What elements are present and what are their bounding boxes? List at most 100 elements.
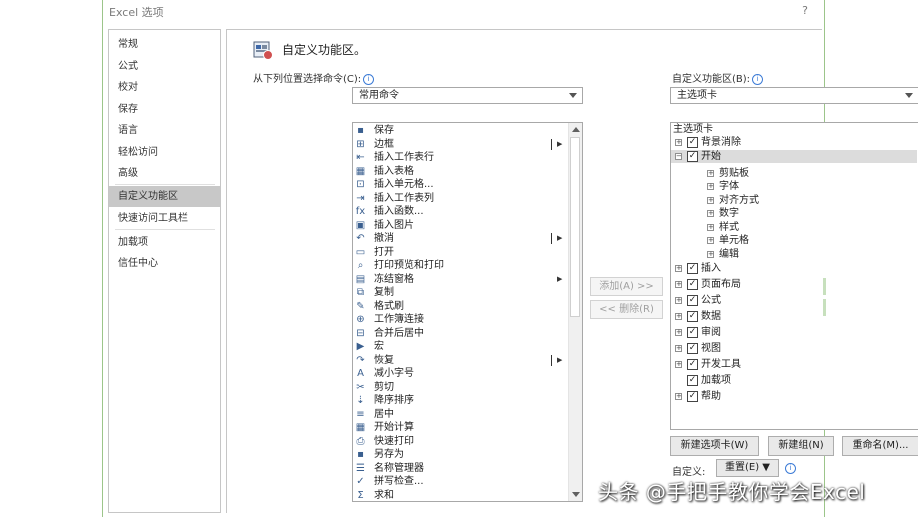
category-item[interactable]: 校对 <box>109 77 220 98</box>
choose-commands-combo[interactable]: 常用命令 <box>352 87 583 104</box>
command-item[interactable]: ✎ 格式刷 <box>353 300 563 314</box>
remove-button[interactable]: << 删除(R) <box>590 300 663 319</box>
tab-checkbox[interactable]: ✓ <box>687 151 698 162</box>
expand-icon[interactable]: + <box>707 224 714 231</box>
expand-icon[interactable]: + <box>675 393 682 400</box>
ribbon-tree-node[interactable]: + ✓ 数据 <box>671 310 917 323</box>
ribbon-tree[interactable]: 主选项卡 + ✓ 背景消除 − ✓ 开始 + 剪贴板 + 字体 + 对齐方式 + 数字 + 样式 + 单元格 + 编辑 +… <box>670 122 918 430</box>
tab-checkbox[interactable]: ✓ <box>687 327 698 338</box>
command-item[interactable]: ✂ 剪切 <box>353 381 563 395</box>
command-item[interactable]: ↷ 恢复 ▶ <box>353 354 563 368</box>
ribbon-tree-node[interactable]: 主选项卡 <box>671 123 917 136</box>
command-item[interactable]: ⧉ 复制 <box>353 286 563 300</box>
ribbon-tree-node[interactable]: + ✓ 帮助 <box>671 390 917 403</box>
ribbon-tabs-combo[interactable]: 主选项卡 <box>670 87 918 104</box>
command-item[interactable]: ≡ 居中 <box>353 408 563 422</box>
expand-icon[interactable]: + <box>675 345 682 352</box>
command-item[interactable]: ▣ 插入图片 <box>353 219 563 233</box>
expand-icon[interactable]: + <box>675 297 682 304</box>
scroll-thumb[interactable] <box>570 137 580 317</box>
expand-icon[interactable]: + <box>675 313 682 320</box>
add-button[interactable]: 添加(A) >> <box>590 277 663 296</box>
new-group-button[interactable]: 新建组(N) <box>768 436 834 456</box>
ribbon-tree-node[interactable]: + 字体 <box>671 180 917 193</box>
category-item[interactable]: 信任中心 <box>109 253 220 274</box>
tab-checkbox[interactable]: ✓ <box>687 359 698 370</box>
command-item[interactable]: Σ 求和 <box>353 489 563 502</box>
tab-checkbox[interactable]: ✓ <box>687 279 698 290</box>
category-item[interactable]: 自定义功能区 <box>109 186 220 207</box>
ribbon-tree-node[interactable]: + ✓ 开发工具 <box>671 358 917 371</box>
command-item[interactable]: ⇣ 降序排序 <box>353 394 563 408</box>
rename-button[interactable]: 重命名(M)... <box>842 436 918 456</box>
commands-scrollbar[interactable] <box>568 123 582 501</box>
ribbon-tree-node[interactable]: + ✓ 背景消除 <box>671 136 917 149</box>
tab-checkbox[interactable]: ✓ <box>687 375 698 386</box>
expand-icon[interactable]: + <box>707 210 714 217</box>
ribbon-tree-node[interactable]: + 单元格 <box>671 234 917 247</box>
command-item[interactable]: ▦ 开始计算 <box>353 421 563 435</box>
reset-button[interactable]: 重置(E) ▼ <box>716 459 779 477</box>
category-item[interactable]: 公式 <box>109 56 220 77</box>
expand-icon[interactable]: + <box>675 139 682 146</box>
ribbon-tree-node[interactable]: + ✓ 页面布局 <box>671 278 917 291</box>
ribbon-tree-node[interactable]: + ✓ 审阅 <box>671 326 917 339</box>
category-item[interactable]: 快速访问工具栏 <box>109 208 220 229</box>
tab-checkbox[interactable]: ✓ <box>687 391 698 402</box>
command-item[interactable]: ⊡ 插入单元格... <box>353 178 563 192</box>
new-tab-button[interactable]: 新建选项卡(W) <box>670 436 759 456</box>
ribbon-tree-node[interactable]: + ✓ 插入 <box>671 262 917 275</box>
collapse-icon[interactable]: − <box>675 153 682 160</box>
tab-checkbox[interactable]: ✓ <box>687 263 698 274</box>
command-item[interactable]: ▪ 另存为 <box>353 448 563 462</box>
command-item[interactable]: ⊞ 边框 ▶ <box>353 138 563 152</box>
category-item[interactable]: 常规 <box>109 34 220 55</box>
category-item[interactable]: 加载项 <box>109 232 220 253</box>
ribbon-tree-node[interactable]: − ✓ 开始 <box>671 150 917 164</box>
expand-icon[interactable]: + <box>675 361 682 368</box>
expand-icon[interactable]: + <box>707 197 714 204</box>
tab-checkbox[interactable]: ✓ <box>687 137 698 148</box>
category-item[interactable]: 保存 <box>109 99 220 120</box>
command-item[interactable]: ⇥ 插入工作表列 <box>353 192 563 206</box>
ribbon-tree-node[interactable]: + 样式 <box>671 221 917 234</box>
ribbon-tree-node[interactable]: + 对齐方式 <box>671 194 917 207</box>
tab-checkbox[interactable]: ✓ <box>687 311 698 322</box>
expand-icon[interactable]: + <box>675 281 682 288</box>
ribbon-tree-node[interactable]: ✓ 加载项 <box>671 374 917 387</box>
command-item[interactable]: ⌕ 打印预览和打印 <box>353 259 563 273</box>
expand-icon[interactable]: + <box>675 329 682 336</box>
expand-icon[interactable]: + <box>675 265 682 272</box>
command-item[interactable]: ⊟ 合并后居中 <box>353 327 563 341</box>
command-item[interactable]: ▪ 保存 <box>353 124 563 138</box>
expand-icon[interactable]: + <box>707 170 714 177</box>
commands-list[interactable]: ▪ 保存 ⊞ 边框 ▶ ⇤ 插入工作表行 ▦ 插入表格 ⊡ 插入单元格... ⇥ 插入工作表列 fx 插入函… <box>352 122 583 502</box>
command-item[interactable]: ▦ 插入表格 <box>353 165 563 179</box>
ribbon-tree-node[interactable]: + 数字 <box>671 207 917 220</box>
command-item[interactable]: ✓ 拼写检查... <box>353 475 563 489</box>
command-item[interactable]: ▤ 冻结窗格 ▶ <box>353 273 563 287</box>
ribbon-tree-node[interactable]: + ✓ 公式 <box>671 294 917 307</box>
tab-checkbox[interactable]: ✓ <box>687 295 698 306</box>
command-item[interactable]: ☰ 名称管理器 <box>353 462 563 476</box>
expand-icon[interactable]: + <box>707 237 714 244</box>
ribbon-tree-node[interactable]: + 剪贴板 <box>671 167 917 180</box>
ribbon-tree-node[interactable]: + ✓ 视图 <box>671 342 917 355</box>
expand-icon[interactable]: + <box>707 251 714 258</box>
command-item[interactable]: ↶ 撤消 ▶ <box>353 232 563 246</box>
command-item[interactable]: fx 插入函数... <box>353 205 563 219</box>
help-button[interactable]: ? <box>802 4 808 17</box>
command-item[interactable]: ⎙ 快速打印 <box>353 435 563 449</box>
category-item[interactable]: 语言 <box>109 120 220 141</box>
command-item[interactable]: ▭ 打开 <box>353 246 563 260</box>
command-item[interactable]: A 减小字号 <box>353 367 563 381</box>
scroll-down-icon[interactable] <box>572 492 580 497</box>
ribbon-tree-node[interactable]: + 编辑 <box>671 248 917 261</box>
tab-checkbox[interactable]: ✓ <box>687 343 698 354</box>
scroll-up-icon[interactable] <box>572 127 580 132</box>
category-item[interactable]: 高级 <box>109 163 220 184</box>
command-item[interactable]: ⊕ 工作簿连接 <box>353 313 563 327</box>
expand-icon[interactable]: + <box>707 183 714 190</box>
command-item[interactable]: ⇤ 插入工作表行 <box>353 151 563 165</box>
category-item[interactable]: 轻松访问 <box>109 142 220 163</box>
